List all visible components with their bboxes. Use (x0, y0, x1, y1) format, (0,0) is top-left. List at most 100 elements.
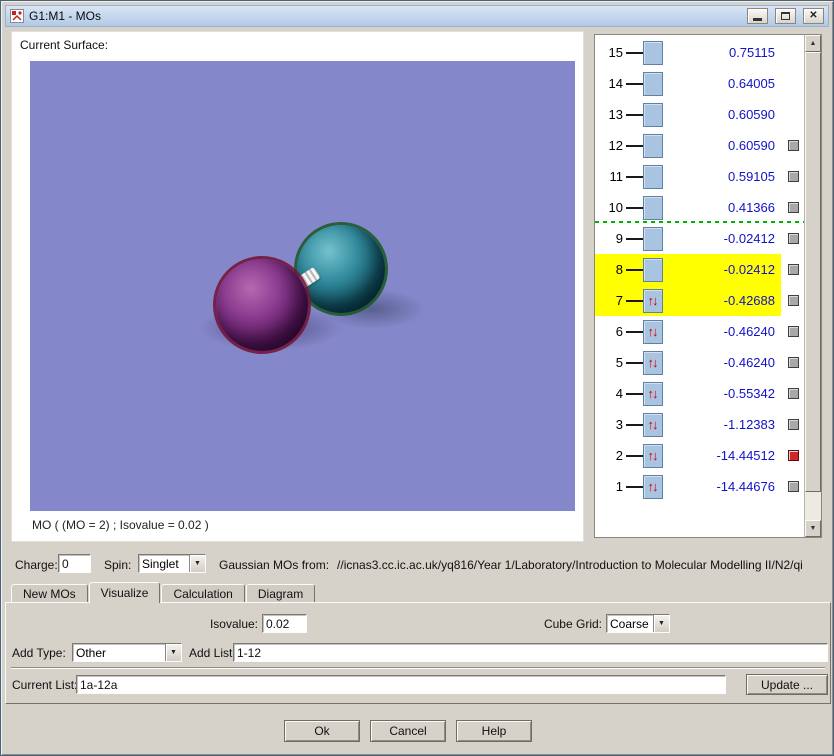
tab-new-mos[interactable]: New MOs (11, 584, 88, 602)
mo-cube-checkbox[interactable] (788, 202, 799, 213)
mo-energy: -1.12383 (663, 417, 781, 432)
spin-down-arrow-icon: ↓ (652, 449, 659, 462)
gaussian-source: Gaussian MOs from: //icnas3.cc.ic.ac.uk/… (219, 558, 829, 572)
add-type-select[interactable]: Other ▼ (72, 643, 182, 662)
mo-row-band: 2 ↑↓ -14.44512 (595, 440, 781, 471)
cancel-button[interactable]: Cancel (370, 720, 446, 742)
mo-row[interactable]: 15 0.75115 (595, 37, 804, 68)
spin-select[interactable]: Singlet ▼ (138, 554, 206, 573)
isovalue-input[interactable] (262, 614, 307, 633)
mo-level-line (626, 114, 643, 116)
mo-level-box[interactable]: ↑↓ (643, 444, 663, 468)
mo-energy: 0.60590 (663, 138, 781, 153)
mo-row[interactable]: 7 ↑↓ -0.42688 (595, 285, 804, 316)
mo-number: 6 (595, 324, 623, 339)
isovalue-label: Isovalue: (188, 617, 258, 631)
mo-level-box[interactable] (643, 103, 663, 127)
mo-cube-checkbox[interactable] (788, 357, 799, 368)
mo-cube-checkbox[interactable] (788, 140, 799, 151)
mo-level-box[interactable] (643, 227, 663, 251)
ok-button[interactable]: Ok (284, 720, 360, 742)
scroll-up-button[interactable]: ▲ (805, 35, 821, 52)
scroll-up-icon: ▲ (810, 40, 817, 47)
help-button[interactable]: Help (456, 720, 532, 742)
mo-energy: -0.02412 (663, 262, 781, 277)
mo-level-line (626, 393, 643, 395)
add-list-label: Add List: (189, 646, 236, 660)
mo-level-box[interactable] (643, 134, 663, 158)
mo-energy: -0.02412 (663, 231, 781, 246)
mo-row[interactable]: 9 -0.02412 (595, 223, 804, 254)
mo-level-box[interactable] (643, 196, 663, 220)
surface-panel: Current Surface: MO ( (MO = 2) ; Isovalu… (11, 31, 584, 542)
spin-down-arrow-icon: ↓ (652, 480, 659, 493)
tab-diagram[interactable]: Diagram (246, 584, 315, 602)
app-icon (10, 9, 24, 23)
mo-level-box[interactable]: ↑↓ (643, 289, 663, 313)
mo-row[interactable]: 11 0.59105 (595, 161, 804, 192)
mo-cube-checkbox[interactable] (788, 388, 799, 399)
cube-grid-label: Cube Grid: (532, 617, 602, 631)
mo-row[interactable]: 4 ↑↓ -0.55342 (595, 378, 804, 409)
mo-cube-checkbox[interactable] (788, 326, 799, 337)
mo-level-box[interactable]: ↑↓ (643, 320, 663, 344)
mo-number: 5 (595, 355, 623, 370)
spin-down-arrow-icon: ↓ (652, 294, 659, 307)
mo-level-box[interactable]: ↑↓ (643, 475, 663, 499)
mo-row[interactable]: 2 ↑↓ -14.44512 (595, 440, 804, 471)
tab-calculation[interactable]: Calculation (161, 584, 244, 602)
mo-row[interactable]: 3 ↑↓ -1.12383 (595, 409, 804, 440)
mo-level-line (626, 269, 643, 271)
mo-level-line (626, 207, 643, 209)
current-list-label: Current List: (12, 678, 77, 692)
scroll-down-button[interactable]: ▼ (805, 520, 821, 537)
cube-grid-select[interactable]: Coarse ▼ (606, 614, 670, 633)
tab-visualize[interactable]: Visualize (89, 582, 161, 603)
mo-level-box[interactable]: ↑↓ (643, 382, 663, 406)
mo-3d-viewport[interactable] (30, 61, 575, 511)
mo-row[interactable]: 13 0.60590 (595, 99, 804, 130)
mo-row[interactable]: 12 0.60590 (595, 130, 804, 161)
mo-energy: -14.44676 (663, 479, 781, 494)
mo-cube-checkbox[interactable] (788, 264, 799, 275)
mo-row[interactable]: 10 0.41366 (595, 192, 804, 223)
maximize-button[interactable] (775, 8, 796, 24)
mo-cube-checkbox[interactable] (788, 481, 799, 492)
update-button[interactable]: Update ... (746, 674, 828, 695)
mo-energy: 0.64005 (663, 76, 781, 91)
charge-input[interactable] (58, 554, 91, 573)
mo-row[interactable]: 1 ↑↓ -14.44676 (595, 471, 804, 502)
spin-down-arrow-icon: ↓ (652, 387, 659, 400)
mo-row[interactable]: 14 0.64005 (595, 68, 804, 99)
titlebar[interactable]: G1:M1 - MOs ✕ (5, 5, 829, 27)
mo-row-band: 8 -0.02412 (595, 254, 781, 285)
mo-level-box[interactable]: ↑↓ (643, 351, 663, 375)
mo-level-box[interactable] (643, 41, 663, 65)
mo-level-box[interactable] (643, 165, 663, 189)
spin-down-arrow-icon: ↓ (652, 418, 659, 431)
mo-cube-checkbox[interactable] (788, 419, 799, 430)
mo-level-line (626, 455, 643, 457)
mo-row-band: 4 ↑↓ -0.55342 (595, 378, 781, 409)
mo-level-box[interactable] (643, 72, 663, 96)
mo-cube-checkbox[interactable] (788, 450, 799, 461)
scroll-thumb[interactable] (805, 52, 821, 492)
mo-row[interactable]: 6 ↑↓ -0.46240 (595, 316, 804, 347)
mo-cube-checkbox[interactable] (788, 295, 799, 306)
mo-number: 3 (595, 417, 623, 432)
mo-scrollbar[interactable]: ▲ ▼ (804, 35, 821, 537)
mo-row[interactable]: 8 -0.02412 (595, 254, 804, 285)
mo-cube-checkbox[interactable] (788, 171, 799, 182)
current-list-input[interactable] (76, 675, 726, 694)
mo-level-box[interactable] (643, 258, 663, 282)
close-button[interactable]: ✕ (803, 8, 824, 24)
mo-level-line (626, 424, 643, 426)
mo-number: 1 (595, 479, 623, 494)
mo-row-band: 7 ↑↓ -0.42688 (595, 285, 781, 316)
mo-level-box[interactable]: ↑↓ (643, 413, 663, 437)
mo-row[interactable]: 5 ↑↓ -0.46240 (595, 347, 804, 378)
add-list-input[interactable] (233, 643, 828, 662)
mo-cube-checkbox[interactable] (788, 233, 799, 244)
mo-row-band: 11 0.59105 (595, 161, 781, 192)
minimize-button[interactable] (747, 8, 768, 24)
